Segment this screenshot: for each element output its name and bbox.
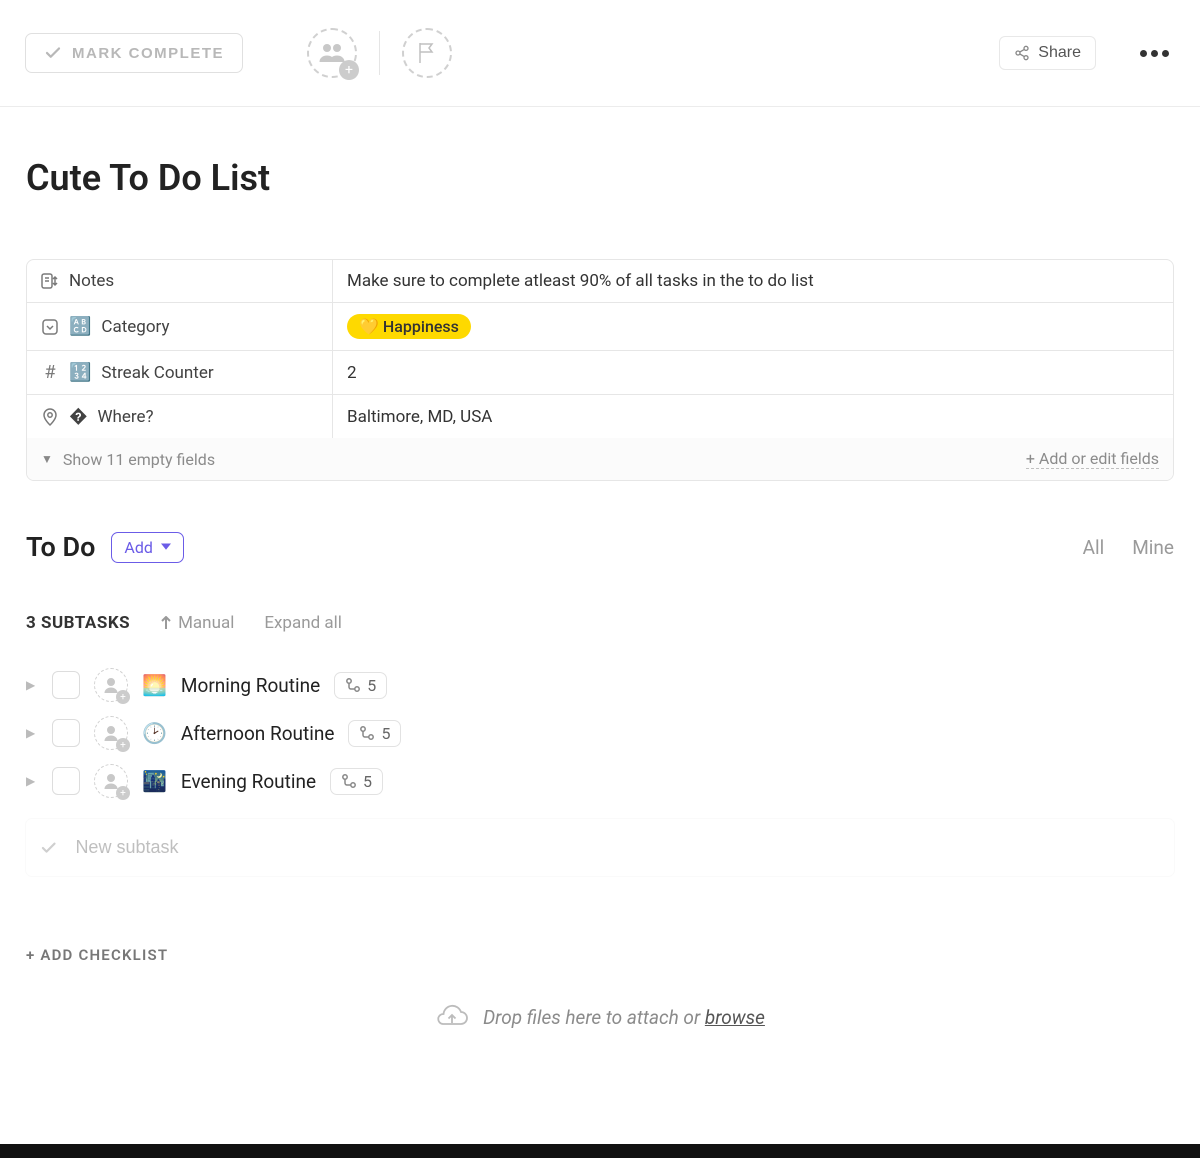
task-name[interactable]: Evening Routine bbox=[181, 770, 316, 793]
expand-caret-icon[interactable]: ▶ bbox=[26, 678, 38, 692]
location-field-icon bbox=[41, 408, 59, 426]
share-button[interactable]: Share bbox=[999, 36, 1096, 70]
task-name[interactable]: Morning Routine bbox=[181, 674, 320, 697]
page-title: Cute To Do List bbox=[26, 157, 1174, 199]
caret-down-icon bbox=[161, 543, 171, 551]
flag-button[interactable] bbox=[402, 28, 452, 78]
plus-badge-icon: + bbox=[116, 786, 130, 800]
new-subtask-row[interactable] bbox=[26, 819, 1174, 876]
arrow-up-icon bbox=[160, 616, 172, 630]
subtask-icon bbox=[341, 773, 357, 789]
add-edit-fields[interactable]: + Add or edit fields bbox=[1026, 449, 1159, 469]
filter-mine[interactable]: Mine bbox=[1132, 536, 1174, 559]
assignees-button[interactable]: + bbox=[307, 28, 357, 78]
plus-badge-icon: + bbox=[339, 60, 359, 80]
field-row-category[interactable]: 🔠 Category 💛 Happiness bbox=[27, 303, 1173, 351]
field-value[interactable]: 💛 Happiness bbox=[333, 303, 1173, 350]
task-emoji-icon: 🌃 bbox=[142, 769, 167, 793]
sort-label: Manual bbox=[178, 613, 234, 633]
share-label: Share bbox=[1038, 44, 1081, 62]
field-emoji: � bbox=[69, 406, 87, 427]
number-field-icon: # bbox=[41, 362, 59, 383]
expand-caret-icon[interactable]: ▶ bbox=[26, 726, 38, 740]
task-row[interactable]: ▶ + 🌃 Evening Routine 5 bbox=[26, 757, 1174, 805]
field-value[interactable]: 2 bbox=[333, 351, 1173, 394]
field-emoji: 🔠 bbox=[69, 316, 91, 337]
todo-title: To Do bbox=[26, 531, 95, 563]
field-label: Streak Counter bbox=[101, 363, 213, 383]
task-checkbox[interactable] bbox=[52, 671, 80, 699]
field-row-notes[interactable]: Notes Make sure to complete atleast 90% … bbox=[27, 260, 1173, 303]
field-value[interactable]: Baltimore, MD, USA bbox=[333, 395, 1173, 438]
dot-icon bbox=[1151, 50, 1158, 57]
task-checkbox[interactable] bbox=[52, 719, 80, 747]
subtasks-count: 3 SUBTASKS bbox=[26, 613, 130, 633]
flag-icon bbox=[417, 41, 437, 65]
share-icon bbox=[1014, 45, 1030, 61]
field-label: Notes bbox=[69, 271, 114, 291]
plus-badge-icon: + bbox=[116, 690, 130, 704]
task-name[interactable]: Afternoon Routine bbox=[181, 722, 335, 745]
bottom-bar bbox=[0, 1144, 1200, 1158]
subtask-count-value: 5 bbox=[363, 772, 372, 791]
task-row[interactable]: ▶ + 🕑 Afternoon Routine 5 bbox=[26, 709, 1174, 757]
caret-down-icon: ▼ bbox=[41, 452, 53, 466]
new-subtask-input[interactable] bbox=[75, 837, 1160, 858]
fields-table: Notes Make sure to complete atleast 90% … bbox=[26, 259, 1174, 481]
category-tag[interactable]: 💛 Happiness bbox=[347, 314, 471, 339]
subtask-count-pill[interactable]: 5 bbox=[348, 720, 401, 747]
expand-all-button[interactable]: Expand all bbox=[264, 613, 342, 633]
subtask-count-value: 5 bbox=[381, 724, 390, 743]
text-field-icon bbox=[41, 273, 59, 289]
assignee-button[interactable]: + bbox=[94, 764, 128, 798]
add-checklist-button[interactable]: + ADD CHECKLIST bbox=[26, 946, 1174, 964]
field-row-streak[interactable]: # 🔢 Streak Counter 2 bbox=[27, 351, 1173, 395]
add-label: Add bbox=[124, 538, 152, 557]
filter-all[interactable]: All bbox=[1083, 536, 1105, 559]
check-icon bbox=[44, 44, 62, 62]
show-empty-fields[interactable]: Show 11 empty fields bbox=[63, 450, 215, 469]
field-value[interactable]: Make sure to complete atleast 90% of all… bbox=[333, 260, 1173, 302]
subtask-icon bbox=[345, 677, 361, 693]
task-checkbox[interactable] bbox=[52, 767, 80, 795]
add-dropdown-button[interactable]: Add bbox=[111, 532, 183, 563]
subtask-count-pill[interactable]: 5 bbox=[334, 672, 387, 699]
browse-link[interactable]: browse bbox=[705, 1006, 765, 1029]
task-emoji-icon: 🌅 bbox=[142, 673, 167, 697]
attach-text: Drop files here to attach or bbox=[483, 1006, 705, 1029]
assignee-button[interactable]: + bbox=[94, 716, 128, 750]
more-button[interactable] bbox=[1134, 44, 1175, 63]
expand-caret-icon[interactable]: ▶ bbox=[26, 774, 38, 788]
cloud-upload-icon bbox=[435, 1004, 469, 1030]
field-emoji: 🔢 bbox=[69, 362, 91, 383]
subtask-count-pill[interactable]: 5 bbox=[330, 768, 383, 795]
dropdown-field-icon bbox=[41, 319, 59, 335]
field-label: Category bbox=[101, 317, 169, 337]
mark-complete-button[interactable]: MARK COMPLETE bbox=[25, 33, 243, 73]
field-label: Where? bbox=[97, 407, 153, 427]
plus-badge-icon: + bbox=[116, 738, 130, 752]
task-row[interactable]: ▶ + 🌅 Morning Routine 5 bbox=[26, 661, 1174, 709]
dot-icon bbox=[1140, 50, 1147, 57]
subtask-count-value: 5 bbox=[367, 676, 376, 695]
divider bbox=[379, 31, 380, 75]
assignee-button[interactable]: + bbox=[94, 668, 128, 702]
mark-complete-label: MARK COMPLETE bbox=[72, 45, 224, 62]
subtask-icon bbox=[359, 725, 375, 741]
dot-icon bbox=[1162, 50, 1169, 57]
task-emoji-icon: 🕑 bbox=[142, 721, 167, 745]
sort-button[interactable]: Manual bbox=[160, 613, 234, 633]
attachment-dropzone[interactable]: Drop files here to attach or browse bbox=[26, 1004, 1174, 1060]
check-icon bbox=[40, 839, 57, 857]
people-icon bbox=[318, 42, 346, 64]
field-row-where[interactable]: � Where? Baltimore, MD, USA bbox=[27, 395, 1173, 438]
